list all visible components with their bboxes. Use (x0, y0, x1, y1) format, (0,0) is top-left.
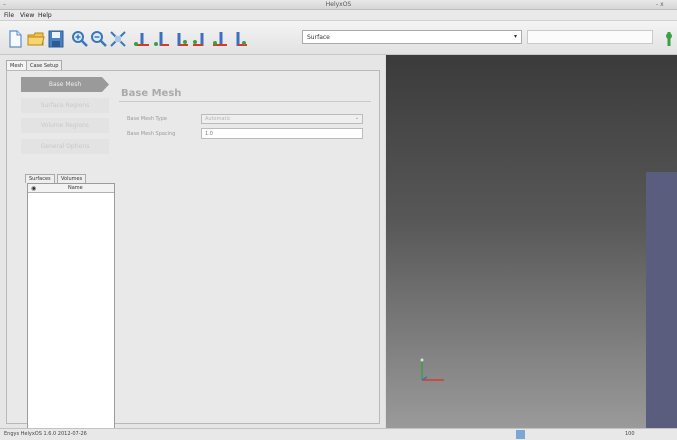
mesh-type-select[interactable]: Automatic ⌄ (201, 114, 363, 124)
mesh-type-value: Automatic (205, 116, 231, 122)
view-x2-icon[interactable] (191, 30, 209, 48)
status-percent: 100 (625, 431, 635, 437)
view-y-icon[interactable] (152, 30, 170, 48)
eye-icon[interactable]: ◉ (31, 185, 36, 192)
tab-surfaces[interactable]: Surfaces (25, 174, 55, 183)
mesh-spacing-input[interactable]: 1.0 (201, 128, 363, 139)
window-titlebar: – HelyxOS - x (0, 0, 677, 10)
mesh-spacing-label: Base Mesh Spacing (127, 131, 176, 137)
toolbar-extra-icon[interactable] (660, 30, 677, 48)
window-title: HelyxOS (325, 1, 352, 8)
statusbar: Engys HelyxOS 1.6.0 2012-07-26 100 (0, 428, 677, 440)
menu-view[interactable]: View (20, 12, 34, 19)
status-message: Engys HelyxOS 1.6.0 2012-07-26 (4, 431, 87, 437)
nav-base-mesh[interactable]: Base Mesh (21, 77, 109, 92)
menubar: File View Help (0, 10, 677, 21)
left-panel: Mesh Case Setup Base Mesh Surface Region… (0, 55, 385, 429)
section-divider (119, 101, 371, 102)
chevron-down-icon: ⌄ (354, 115, 359, 121)
3d-viewport[interactable] (386, 55, 677, 428)
viewport-side-strip (646, 172, 677, 428)
view-iso2-icon[interactable] (230, 30, 248, 48)
new-file-icon[interactable] (6, 30, 24, 48)
toolbar-blank-field[interactable] (527, 30, 653, 44)
nav-volume-regions[interactable]: Volume Regions (21, 118, 109, 133)
section-title: Base Mesh (121, 88, 182, 99)
window-controls[interactable]: - x (656, 1, 664, 8)
tab-volumes[interactable]: Volumes (57, 174, 87, 183)
tab-case-setup[interactable]: Case Setup (26, 60, 63, 70)
save-icon[interactable] (47, 30, 65, 48)
view-x-icon[interactable] (133, 30, 151, 48)
zoom-in-icon[interactable] (71, 30, 89, 48)
mesh-tab-body: Base Mesh Surface Regions Volume Regions… (6, 70, 380, 429)
list-header: ◉ Name (28, 184, 114, 193)
surfaces-list[interactable]: ◉ Name (27, 183, 115, 429)
menu-help[interactable]: Help (38, 12, 52, 19)
zoom-out-icon[interactable] (90, 30, 108, 48)
fit-view-icon[interactable] (109, 30, 127, 48)
surface-select-value: Surface (307, 34, 330, 41)
chevron-down-icon: ▾ (513, 33, 517, 40)
axes-triad-icon (420, 358, 444, 381)
tab-mesh[interactable]: Mesh (6, 60, 28, 70)
name-column-header[interactable]: Name (68, 185, 83, 191)
status-icon (516, 430, 525, 439)
menu-file[interactable]: File (4, 12, 14, 19)
open-folder-icon[interactable] (27, 30, 45, 48)
mesh-type-label: Base Mesh Type (127, 116, 168, 122)
surface-select[interactable]: Surface ▾ (302, 30, 522, 44)
view-z-icon[interactable] (172, 30, 190, 48)
nav-general-options[interactable]: General Options (21, 139, 109, 154)
nav-surface-regions[interactable]: Surface Regions (21, 98, 109, 113)
view-iso-icon[interactable] (211, 30, 229, 48)
